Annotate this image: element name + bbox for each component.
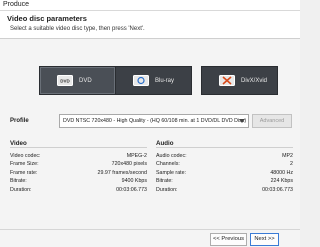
- audio-info: Audio Audio codec: MP2 Channels: 2 Sample …: [156, 138, 293, 194]
- info-key: Duration:: [10, 186, 32, 193]
- info-value: MPEG-2: [126, 152, 147, 159]
- next-button[interactable]: Next >>: [250, 233, 279, 246]
- chevron-down-icon: [239, 119, 245, 123]
- info-key: Frame rate:: [10, 169, 38, 176]
- info-value: 9400 Kbps: [121, 178, 147, 184]
- disc-type-bluray[interactable]: Blu-ray: [115, 66, 192, 95]
- info-row: Duration: 00:03:06.773: [10, 185, 147, 194]
- profile-row: Profile DVD NTSC 720x480 - High Quality …: [0, 113, 300, 131]
- produce-window: Produce Video disc parameters Select a s…: [0, 0, 300, 247]
- disc-type-label: DivX/Xvid: [241, 77, 268, 84]
- info-key: Sample rate:: [156, 169, 187, 176]
- info-row: Audio codec: MP2: [156, 151, 293, 160]
- previous-button[interactable]: << Previous: [210, 233, 247, 246]
- info-key: Bitrate:: [10, 178, 27, 184]
- info-row: Duration: 00:03:06.773: [156, 185, 293, 194]
- info-key: Duration:: [156, 186, 178, 193]
- info-row: Frame Size: 720x480 pixels: [10, 160, 147, 169]
- info-value: 00:03:06.773: [116, 186, 147, 193]
- media-info: Video Video codec: MPEG-2 Frame Size: 720x…: [10, 138, 293, 230]
- info-row: Frame rate: 29.97 frames/second: [10, 168, 147, 177]
- info-row: Bitrate: 224 Kbps: [156, 177, 293, 186]
- wizard-header: Video disc parameters Select a suitable …: [0, 11, 300, 39]
- info-value: 224 Kbps: [270, 178, 293, 184]
- disc-type-divx[interactable]: DivX/Xvid: [201, 66, 278, 95]
- info-row: Channels: 2: [156, 160, 293, 169]
- divx-icon: [218, 75, 236, 87]
- title-bar: Produce: [0, 0, 300, 11]
- svg-text:DVD: DVD: [60, 79, 70, 84]
- dvd-icon: DVD: [56, 75, 74, 87]
- info-row: Sample rate: 48000 Hz: [156, 168, 293, 177]
- info-value: 29.97 frames/second: [97, 169, 147, 176]
- advanced-button[interactable]: Advanced: [252, 114, 292, 128]
- info-key: Channels:: [156, 161, 180, 167]
- profile-value: DVD NTSC 720x480 - High Quality - (HQ 60…: [63, 118, 247, 124]
- info-key: Frame Size:: [10, 161, 39, 167]
- info-value: 48000 Hz: [270, 169, 293, 176]
- disc-type-label: DVD: [79, 77, 92, 84]
- wizard-footer: << Previous Next >>: [0, 229, 300, 247]
- info-row: Video codec: MPEG-2: [10, 151, 147, 160]
- profile-label: Profile: [10, 118, 29, 124]
- page-title: Video disc parameters: [7, 14, 87, 23]
- video-info: Video Video codec: MPEG-2 Frame Size: 720x…: [10, 138, 147, 194]
- info-value: 720x480 pixels: [111, 161, 147, 167]
- bluray-icon: [132, 75, 150, 87]
- info-key: Bitrate:: [156, 178, 173, 184]
- disc-type-selector: DVD DVD Blu-ray DivX/Xvid: [0, 40, 300, 120]
- info-value: MP2: [282, 152, 293, 159]
- profile-dropdown[interactable]: DVD NTSC 720x480 - High Quality - (HQ 60…: [59, 114, 249, 128]
- audio-heading: Audio: [156, 138, 293, 148]
- info-value: 2: [290, 161, 293, 167]
- info-key: Audio codec:: [156, 152, 187, 159]
- page-subtitle: Select a suitable video disc type, then …: [10, 26, 145, 32]
- info-value: 00:03:06.773: [262, 186, 293, 193]
- info-key: Video codec:: [10, 152, 41, 159]
- video-heading: Video: [10, 138, 147, 148]
- disc-type-dvd[interactable]: DVD DVD: [39, 66, 116, 95]
- info-row: Bitrate: 9400 Kbps: [10, 177, 147, 186]
- disc-type-label: Blu-ray: [155, 77, 175, 84]
- window-title: Produce: [3, 1, 30, 8]
